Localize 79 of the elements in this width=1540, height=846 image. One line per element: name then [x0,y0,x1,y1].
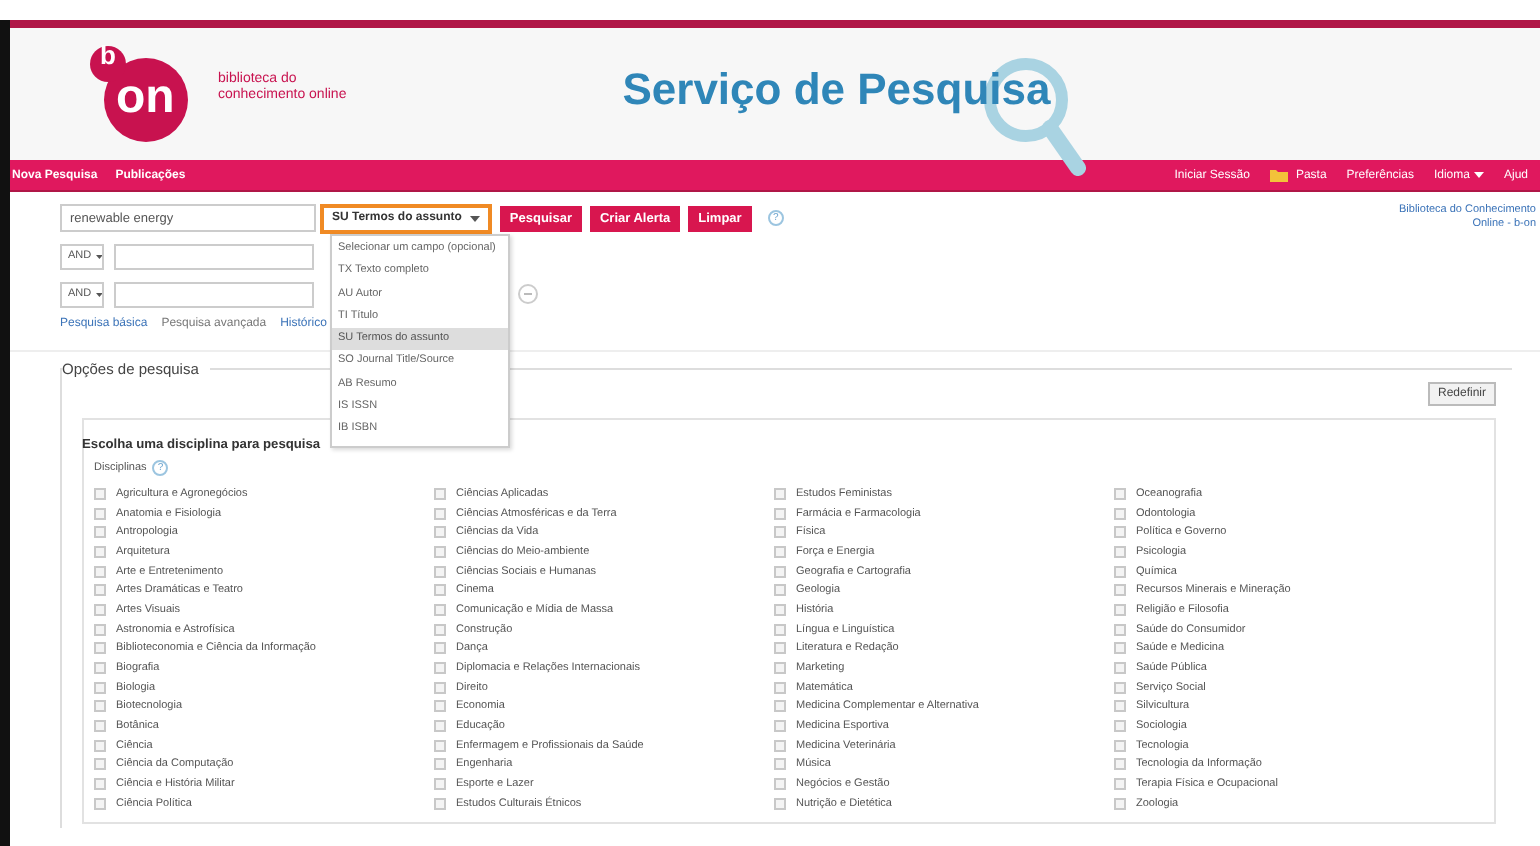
checkbox[interactable] [434,487,446,500]
logo-wordmark: on [116,70,175,126]
checkbox[interactable] [434,662,446,675]
checkbox[interactable] [1114,623,1126,636]
checkbox[interactable] [94,739,106,752]
checkbox[interactable] [94,700,106,713]
checkbox[interactable] [1114,681,1126,694]
checkbox[interactable] [94,545,106,558]
checkbox[interactable] [434,700,446,713]
checkbox[interactable] [1114,720,1126,733]
checkbox[interactable] [774,545,786,558]
checkbox[interactable] [94,603,106,616]
checkbox[interactable] [434,584,446,597]
caret-icon [95,291,102,297]
checkbox[interactable] [434,565,446,578]
checkbox[interactable] [94,584,106,597]
checkbox[interactable] [774,681,786,694]
checkbox[interactable] [774,700,786,713]
checkbox[interactable] [434,681,446,694]
checkbox[interactable] [1114,778,1126,791]
checkbox[interactable] [774,739,786,752]
checkbox[interactable] [94,642,106,655]
checkbox[interactable] [94,507,106,520]
caret-icon [95,253,102,259]
checkbox[interactable] [94,623,106,636]
checkbox[interactable] [434,642,446,655]
checkbox[interactable] [1114,545,1126,558]
checkbox[interactable] [434,739,446,752]
checkbox[interactable] [434,623,446,636]
checkbox[interactable] [434,758,446,771]
checkbox[interactable] [774,662,786,675]
checkbox[interactable] [434,545,446,558]
checkbox[interactable] [1114,507,1126,520]
checkbox[interactable] [1114,758,1126,771]
caret-icon [1473,172,1484,178]
checkbox[interactable] [1114,662,1126,675]
checkbox[interactable] [774,507,786,520]
remove-row-icon[interactable] [518,284,538,304]
checkbox[interactable] [434,507,446,520]
checkbox[interactable] [774,758,786,771]
checkbox[interactable] [434,720,446,733]
folder-icon [1269,168,1288,182]
checkbox[interactable] [774,778,786,791]
checkbox[interactable] [1114,642,1126,655]
checkbox[interactable] [94,758,106,771]
checkbox[interactable] [94,526,106,539]
checkbox[interactable] [1114,797,1126,810]
checkbox[interactable] [774,565,786,578]
checkbox[interactable] [434,778,446,791]
checkbox[interactable] [94,565,106,578]
checkbox[interactable] [774,797,786,810]
checkbox[interactable] [1114,487,1126,500]
checkbox[interactable] [1114,603,1126,616]
checkbox[interactable] [94,487,106,500]
checkbox[interactable] [1114,565,1126,578]
checkbox[interactable] [774,623,786,636]
search-field[interactable] [114,281,314,307]
logo-letter: b [100,42,116,70]
checkbox[interactable] [1114,700,1126,713]
checkbox[interactable] [94,720,106,733]
checkbox[interactable] [434,797,446,810]
checkbox[interactable] [774,526,786,539]
checkbox[interactable] [1114,584,1126,597]
page-title: Serviço de Pesquisa [622,64,1051,116]
checkbox[interactable] [774,584,786,597]
checkbox[interactable] [94,797,106,810]
checkbox[interactable] [434,603,446,616]
checkbox[interactable] [94,681,106,694]
checkbox[interactable] [774,487,786,500]
checkbox[interactable] [1114,739,1126,752]
checkbox[interactable] [1114,526,1126,539]
checkbox[interactable] [434,526,446,539]
search-field[interactable] [114,243,314,269]
checkbox[interactable] [774,642,786,655]
checkbox[interactable] [94,778,106,791]
caret-icon [469,215,480,221]
checkbox[interactable] [774,603,786,616]
checkbox[interactable] [94,662,106,675]
checkbox[interactable] [774,720,786,733]
